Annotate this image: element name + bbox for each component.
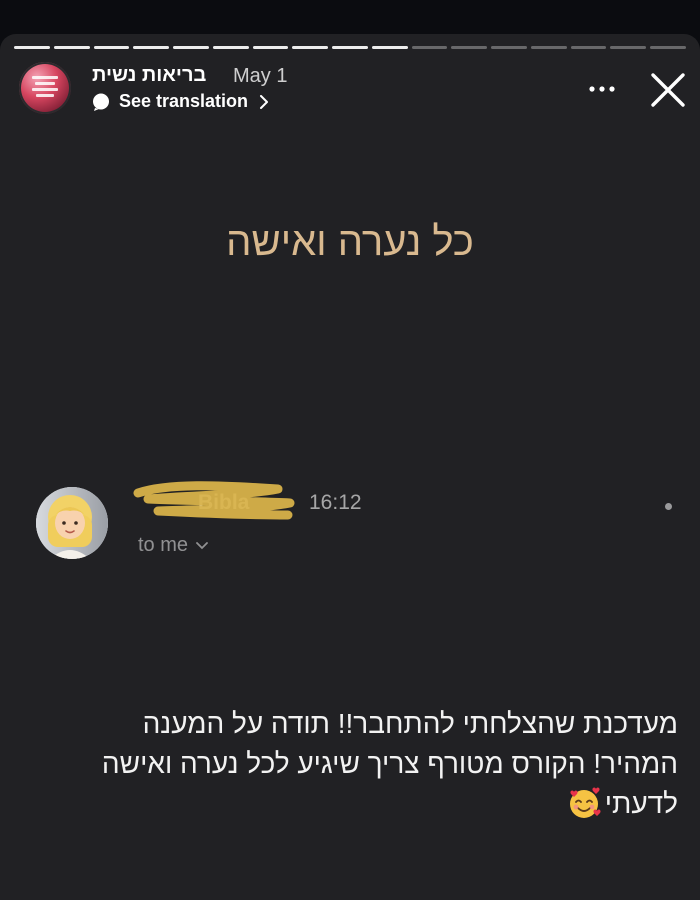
progress-segment [173, 46, 209, 49]
sender-avatar [36, 487, 108, 559]
see-translation-label: See translation [119, 91, 249, 111]
translate-bubble-icon [93, 93, 109, 111]
account-avatar[interactable] [19, 62, 71, 114]
progress-segment [650, 46, 687, 49]
progress-segment [212, 46, 249, 49]
redaction-scribble [133, 481, 295, 520]
progress-segment [93, 46, 130, 49]
progress-segment [411, 46, 448, 49]
progress-segment [14, 46, 50, 49]
message-line-with-emoji: לדעתי [38, 784, 678, 824]
progress-segment [53, 46, 90, 49]
progress-segment [491, 46, 527, 49]
recipient-label: to me [138, 534, 189, 556]
recipient-dropdown[interactable]: to me [138, 534, 208, 557]
progress-segment [570, 46, 607, 49]
story-progress-bar [14, 46, 687, 50]
story-headline: כל נערה ואישה [226, 220, 474, 264]
person-blonde-emoji-icon [36, 487, 108, 559]
message-line: לדעתי [604, 788, 678, 819]
progress-segment [610, 46, 647, 49]
more-options-icon[interactable] [588, 84, 616, 94]
top-status-area [0, 0, 700, 34]
smiling-face-with-hearts-icon [569, 787, 601, 818]
chevron-down-icon [196, 541, 208, 549]
see-translation-link[interactable]: See translation [92, 91, 269, 112]
story-date: May 1 [233, 65, 288, 87]
email-time: 16:12 [309, 491, 362, 514]
progress-segment [292, 46, 329, 49]
progress-segment [332, 46, 368, 49]
progress-segment [451, 46, 488, 49]
chevron-right-icon [260, 94, 269, 109]
account-name[interactable]: בריאות נשית [92, 64, 206, 87]
close-icon[interactable] [649, 71, 687, 109]
progress-segment [133, 46, 170, 49]
story-message: מעדכנת שהצלחתי להתחבר!! תודה על המענה המ… [38, 704, 678, 824]
progress-segment [371, 46, 408, 49]
message-line: המהיר! הקורס מטורף צריך שיגיע לכל נערה ו… [101, 748, 678, 779]
progress-segment [252, 46, 289, 49]
progress-segment [530, 46, 567, 49]
email-more-dot[interactable] [665, 503, 672, 510]
story-viewer[interactable]: בריאות נשית May 1 See translation כל נער… [0, 34, 700, 900]
message-line: מעדכנת שהצלחתי להתחבר!! תודה על המענה [142, 708, 678, 739]
